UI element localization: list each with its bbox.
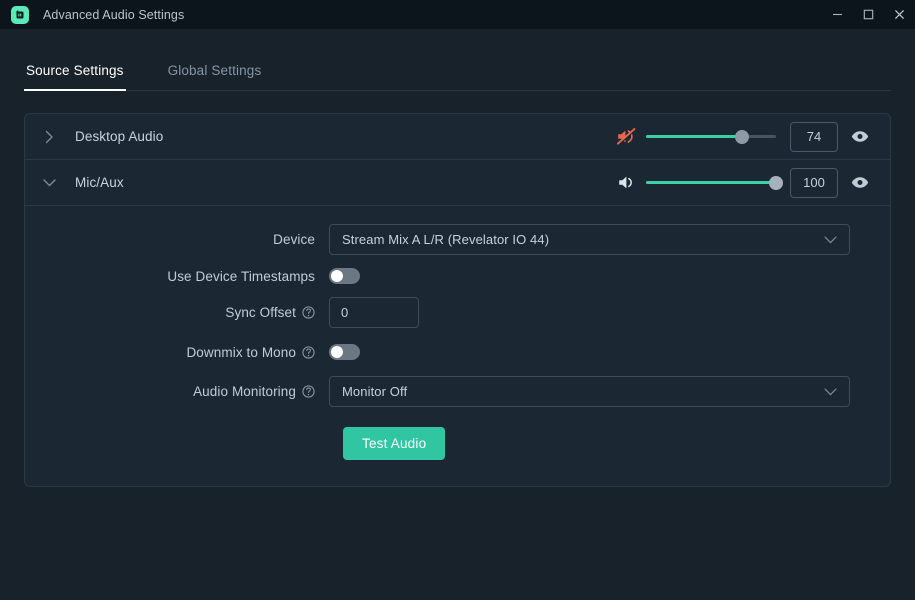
eye-icon[interactable] (844, 124, 876, 150)
slider-fill (646, 135, 743, 138)
test-audio-button[interactable]: Test Audio (343, 427, 446, 460)
streamlabs-icon (11, 5, 29, 24)
volume-value-mic-aux[interactable]: 100 (790, 167, 838, 198)
chevron-down-icon (824, 387, 837, 396)
toggle-knob (331, 270, 343, 282)
audio-monitoring-label: Audio Monitoring (65, 384, 329, 399)
minimize-icon[interactable] (822, 0, 853, 29)
title-bar: Advanced Audio Settings (0, 0, 915, 29)
mic-aux-settings-body: Device Stream Mix A L/R (Revelator IO 44… (25, 206, 890, 486)
tab-global-settings[interactable]: Global Settings (166, 57, 264, 91)
use-device-timestamps-label: Use Device Timestamps (167, 268, 315, 284)
slider-knob[interactable] (735, 129, 750, 144)
chevron-right-icon[interactable] (45, 130, 67, 144)
question-mark-icon[interactable] (302, 345, 315, 359)
toggle-knob (331, 346, 343, 358)
window-title: Advanced Audio Settings (43, 7, 185, 22)
volume-value-desktop-audio[interactable]: 74 (790, 121, 838, 152)
maximize-icon[interactable] (853, 0, 884, 29)
device-row: Device Stream Mix A L/R (Revelator IO 44… (65, 224, 850, 255)
window-controls (822, 0, 915, 29)
source-name-label: Desktop Audio (75, 129, 164, 144)
source-name-label: Mic/Aux (75, 175, 124, 190)
tab-source-settings[interactable]: Source Settings (24, 57, 126, 91)
downmix-to-mono-label-text: Downmix to Mono (186, 344, 296, 360)
use-device-timestamps-toggle[interactable] (329, 268, 360, 284)
slider-fill (646, 181, 776, 184)
audio-monitoring-select[interactable]: Monitor Off (329, 376, 850, 407)
sync-offset-value: 0 (341, 305, 349, 320)
volume-slider-desktop-audio[interactable] (646, 127, 776, 147)
audio-sources-panel: Desktop Audio 74 Mic/Aux 100 Device Stre… (24, 113, 891, 487)
audio-monitoring-label-text: Audio Monitoring (193, 384, 296, 399)
chevron-down-icon (824, 235, 837, 244)
source-controls: 100 (613, 167, 876, 198)
device-select[interactable]: Stream Mix A L/R (Revelator IO 44) (329, 224, 850, 255)
sync-offset-label-text: Sync Offset (225, 305, 296, 320)
test-audio-row: Test Audio (65, 427, 850, 460)
volume-slider-mic-aux[interactable] (646, 173, 783, 193)
slider-knob[interactable] (769, 175, 783, 190)
use-device-timestamps-row: Use Device Timestamps (65, 268, 850, 284)
sync-offset-row: Sync Offset 0 (65, 297, 850, 328)
source-row-mic-aux[interactable]: Mic/Aux 100 (25, 160, 890, 206)
audio-monitoring-select-value: Monitor Off (342, 384, 408, 399)
sync-offset-label: Sync Offset (65, 305, 329, 320)
question-mark-icon[interactable] (302, 306, 315, 319)
speaker-on-icon[interactable] (613, 172, 639, 194)
source-row-desktop-audio[interactable]: Desktop Audio 74 (25, 114, 890, 160)
device-label: Device (273, 232, 315, 247)
tab-list: Source Settings Global Settings (24, 57, 891, 91)
downmix-to-mono-toggle[interactable] (329, 344, 360, 360)
source-controls: 74 (613, 121, 876, 152)
downmix-to-mono-row: Downmix to Mono (65, 344, 850, 360)
sync-offset-input[interactable]: 0 (329, 297, 419, 328)
speaker-muted-icon[interactable] (613, 126, 639, 148)
question-mark-icon[interactable] (302, 385, 315, 398)
tabs-container: Source Settings Global Settings (0, 57, 915, 91)
close-icon[interactable] (884, 0, 915, 29)
downmix-to-mono-label: Downmix to Mono (65, 345, 329, 360)
chevron-down-icon[interactable] (43, 176, 67, 190)
device-select-value: Stream Mix A L/R (Revelator IO 44) (342, 232, 550, 247)
audio-monitoring-row: Audio Monitoring Monitor Off (65, 376, 850, 407)
eye-icon[interactable] (844, 170, 876, 196)
